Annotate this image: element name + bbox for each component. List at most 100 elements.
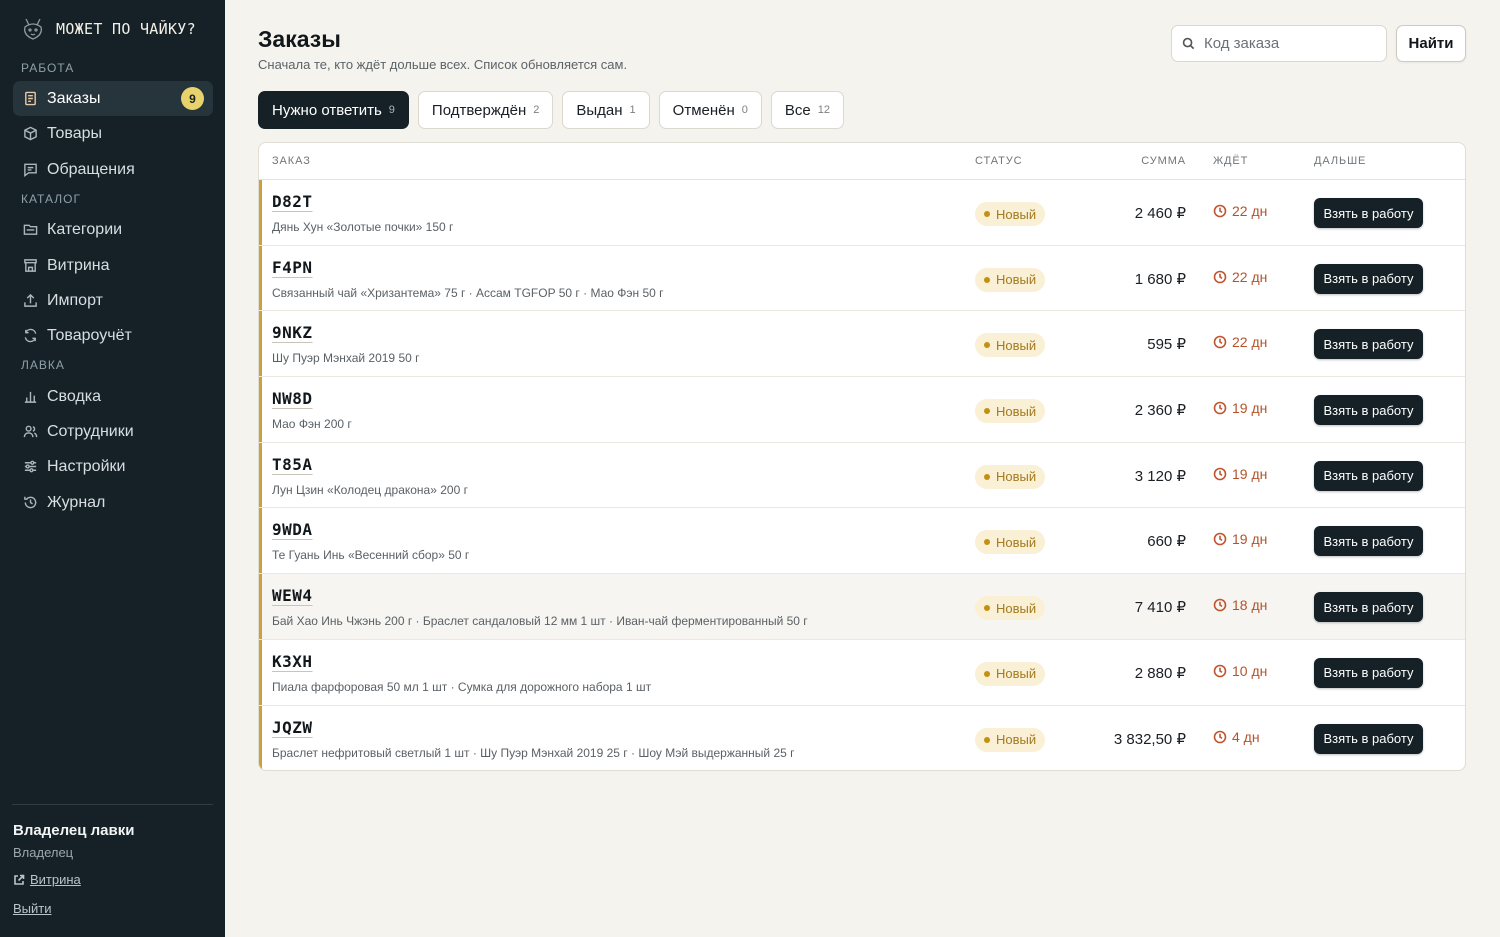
table-row[interactable]: NW8D Мао Фэн 200 г Новый 2 360 ₽ 19 дн В…	[259, 377, 1465, 443]
row-accent-bar	[259, 639, 262, 705]
status-badge: Новый	[975, 333, 1046, 358]
take-to-work-button[interactable]: Взять в работу	[1314, 723, 1423, 754]
sidebar-item-settings[interactable]: Настройки	[13, 449, 213, 484]
tab-cancelled[interactable]: Отменён 0	[658, 91, 762, 129]
clock-icon	[1213, 467, 1227, 481]
search-icon	[1182, 37, 1195, 50]
tab-confirmed[interactable]: Подтверждён 2	[417, 91, 554, 129]
waiting-label: 22 дн	[1232, 268, 1268, 285]
column-header-order: Заказ	[272, 155, 311, 167]
row-accent-bar	[259, 508, 262, 574]
sidebar-item-storefront[interactable]: Витрина	[13, 248, 213, 283]
storefront-icon	[22, 258, 38, 274]
row-accent-bar	[259, 245, 262, 311]
status-dot-icon	[984, 473, 990, 480]
column-header-amount: Сумма	[1141, 155, 1186, 167]
waiting-label: 4 дн	[1232, 728, 1260, 745]
order-amount: 2 460 ₽	[1134, 205, 1186, 222]
orders-count-badge: 9	[181, 87, 204, 110]
tab-label: Отменён	[672, 101, 735, 119]
find-button[interactable]: Найти	[1396, 25, 1466, 62]
table-row[interactable]: WEW4 Бай Хао Инь Чжэнь 200 г · Браслет с…	[259, 574, 1465, 640]
sidebar-item-import[interactable]: Импорт	[13, 283, 213, 318]
tab-label: Все	[784, 101, 811, 119]
table-row[interactable]: JQZW Браслет нефритовый светлый 1 шт · Ш…	[259, 705, 1465, 770]
sidebar-item-products[interactable]: Товары	[13, 116, 213, 151]
row-accent-bar	[259, 574, 262, 639]
waiting-time: 19 дн	[1213, 531, 1267, 547]
cat-logo-icon	[20, 15, 46, 43]
brand[interactable]: Может по чайку?	[20, 14, 196, 44]
clock-icon	[1213, 401, 1227, 415]
status-label: Новый	[996, 403, 1037, 419]
waiting-time: 18 дн	[1213, 597, 1267, 613]
storefront-link[interactable]: Витрина	[13, 872, 81, 887]
status-label: Новый	[996, 206, 1037, 222]
sidebar-item-journal[interactable]: Журнал	[13, 485, 213, 520]
order-code-link[interactable]: WEW4	[272, 586, 313, 605]
sidebar-item-orders[interactable]: Заказы 9	[13, 81, 213, 116]
sidebar-item-summary[interactable]: Сводка	[13, 379, 213, 414]
sidebar-item-label: Витрина	[47, 256, 110, 274]
table-row[interactable]: 9WDA Те Гуань Инь «Весенний сбор» 50 г Н…	[259, 508, 1465, 575]
table-row[interactable]: T85A Лун Цзин «Колодец дракона» 200 г Но…	[259, 442, 1465, 509]
sidebar-item-label: Категории	[47, 220, 123, 238]
order-code-link[interactable]: T85A	[272, 455, 313, 474]
take-to-work-button[interactable]: Взять в работу	[1314, 657, 1423, 688]
search-box	[1171, 25, 1387, 62]
table-row[interactable]: K3XH Пиала фарфоровая 50 мл 1 шт · Сумка…	[259, 639, 1465, 706]
tab-needs-reply[interactable]: Нужно ответить 9	[258, 91, 409, 129]
sidebar-item-inventory[interactable]: Товароучёт	[13, 318, 213, 353]
clock-icon	[1213, 336, 1227, 349]
table-row[interactable]: 9NKZ Шу Пуэр Мэнхай 2019 50 г Новый 595 …	[259, 311, 1465, 378]
sidebar-item-categories[interactable]: Категории	[13, 212, 213, 247]
status-label: Новый	[996, 600, 1037, 616]
status-dot-icon	[984, 539, 990, 546]
clock-icon	[1213, 730, 1227, 743]
history-icon	[22, 495, 38, 511]
waiting-label: 19 дн	[1232, 465, 1268, 482]
order-code-link[interactable]: K3XH	[272, 652, 313, 671]
row-accent-bar	[259, 705, 262, 770]
order-code-link[interactable]: 9WDA	[272, 520, 313, 539]
order-code-link[interactable]: JQZW	[272, 718, 313, 737]
order-code-link[interactable]: D82T	[272, 192, 313, 211]
tab-count: 2	[533, 104, 540, 116]
status-dot-icon	[984, 605, 990, 612]
storefront-link-label: Витрина	[30, 872, 81, 887]
row-accent-bar	[259, 442, 262, 508]
sidebar-item-staff[interactable]: Сотрудники	[13, 414, 213, 449]
tab-all[interactable]: Все 12	[770, 91, 845, 129]
take-to-work-button[interactable]: Взять в работу	[1314, 263, 1423, 294]
section-title-shop: Лавка	[21, 358, 65, 372]
row-accent-bar	[259, 311, 262, 377]
take-to-work-button[interactable]: Взять в работу	[1314, 460, 1423, 491]
receipt-icon	[22, 91, 38, 107]
table-row[interactable]: F4PN Связанный чай «Хризантема» 75 г · А…	[259, 245, 1465, 312]
table-row[interactable]: D82T Дянь Хун «Золотые почки» 150 г Новы…	[259, 180, 1465, 246]
take-to-work-button[interactable]: Взять в работу	[1314, 198, 1423, 228]
logout-link[interactable]: Выйти	[13, 901, 52, 916]
status-dot-icon	[984, 342, 990, 349]
tab-count: 0	[741, 104, 748, 116]
sidebar-divider	[12, 804, 213, 805]
status-badge: Новый	[975, 530, 1046, 555]
take-to-work-button[interactable]: Взять в работу	[1314, 395, 1423, 426]
tab-issued[interactable]: Выдан 1	[562, 91, 650, 129]
tab-label: Подтверждён	[431, 101, 527, 119]
orders-table: Заказ Статус Сумма Ждёт Дальше D82T Дянь…	[258, 142, 1466, 771]
order-amount: 2 360 ₽	[1134, 402, 1186, 420]
order-code-link[interactable]: F4PN	[272, 258, 313, 277]
order-code-link[interactable]: 9NKZ	[272, 323, 313, 342]
sidebar-item-label: Импорт	[47, 291, 103, 309]
order-code-search-input[interactable]	[1204, 35, 1374, 52]
sidebar-item-requests[interactable]: Обращения	[13, 152, 213, 187]
take-to-work-button[interactable]: Взять в работу	[1314, 526, 1423, 557]
waiting-time: 10 дн	[1213, 663, 1267, 679]
take-to-work-button[interactable]: Взять в работу	[1314, 592, 1423, 623]
sidebar-item-label: Обращения	[47, 160, 135, 178]
page-title: Заказы	[258, 26, 341, 52]
take-to-work-button[interactable]: Взять в работу	[1314, 329, 1423, 360]
order-code-link[interactable]: NW8D	[272, 389, 313, 408]
sidebar-item-label: Сводка	[47, 387, 102, 405]
